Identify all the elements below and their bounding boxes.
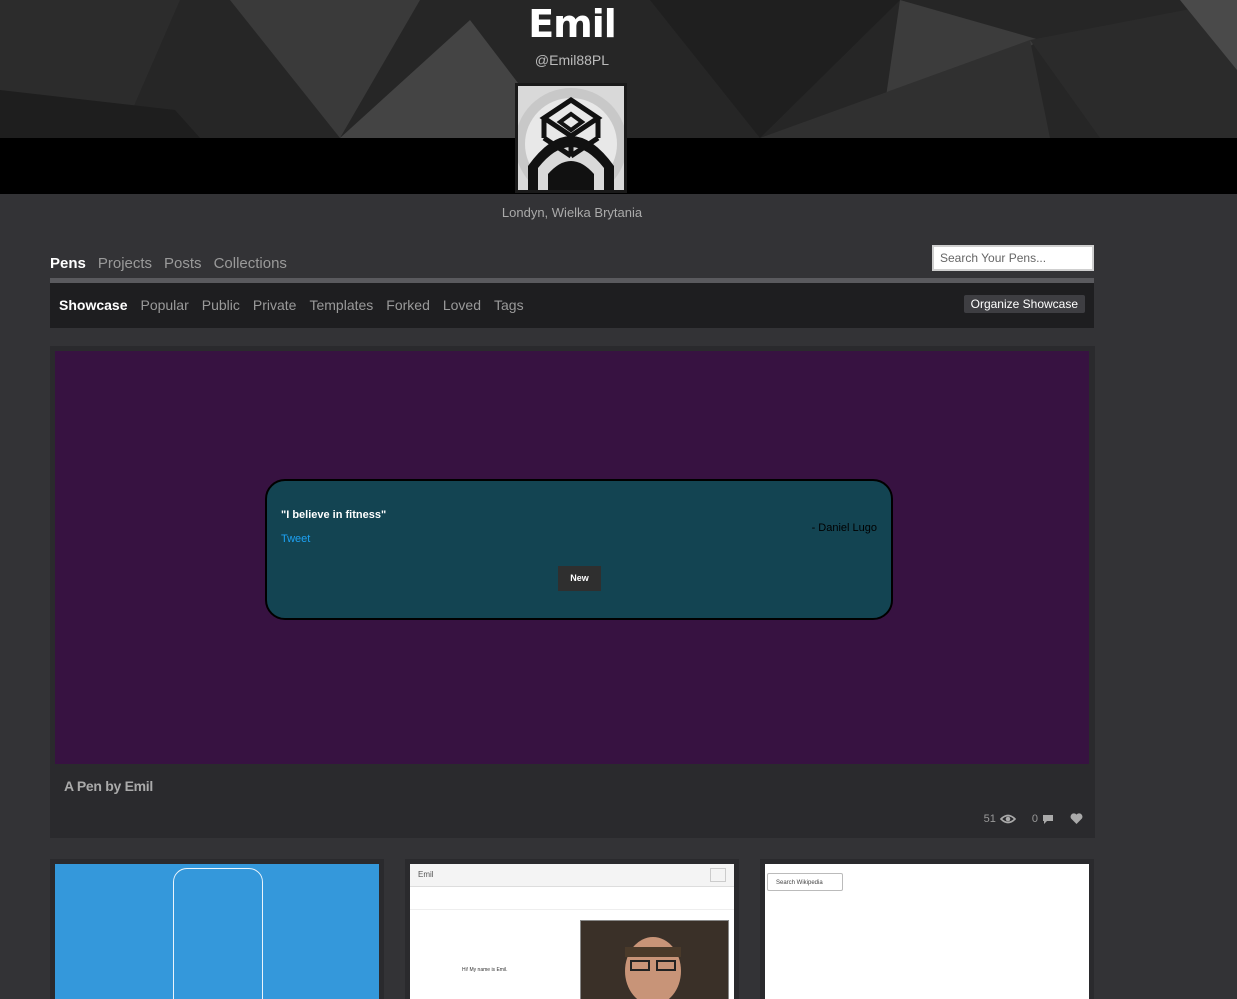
pen-card[interactable]: Search Wikipedia xyxy=(760,859,1094,999)
profile-location: Londyn, Wielka Brytania xyxy=(501,205,643,220)
pen-title[interactable]: A Pen by Emil xyxy=(64,778,153,794)
preview-intro-text: Hi! My name is Emil. xyxy=(462,967,508,973)
pen-preview[interactable]: Search Wikipedia xyxy=(765,864,1089,999)
tab-projects[interactable]: Projects xyxy=(98,255,152,272)
tab-posts[interactable]: Posts xyxy=(164,255,202,272)
preview-navbar: Emil xyxy=(410,864,734,887)
subtab-showcase[interactable]: Showcase xyxy=(59,297,127,313)
tweet-link[interactable]: Tweet xyxy=(281,533,310,545)
tab-pens[interactable]: Pens xyxy=(50,255,86,272)
preview-search-box: Search Wikipedia xyxy=(767,873,843,891)
pen-stats: 51 0 xyxy=(984,813,1083,825)
pen-card[interactable] xyxy=(50,859,384,999)
subtab-tags[interactable]: Tags xyxy=(494,297,524,313)
subtab-public[interactable]: Public xyxy=(202,297,240,313)
subtab-forked[interactable]: Forked xyxy=(386,297,430,313)
main-tabs: Pens Projects Posts Collections xyxy=(50,255,287,272)
subtab-popular[interactable]: Popular xyxy=(140,297,188,313)
hamburger-icon xyxy=(710,868,726,882)
profile-name: Emil xyxy=(528,2,617,46)
profile-handle[interactable]: @Emil88PL xyxy=(0,52,1144,68)
pen-preview[interactable] xyxy=(55,864,379,999)
new-quote-button[interactable]: New xyxy=(558,566,601,591)
featured-pen-preview[interactable]: "I believe in fitness" - Daniel Lugo Twe… xyxy=(55,351,1089,764)
filter-bar: Showcase Popular Public Private Template… xyxy=(50,283,1094,328)
codepen-logo-icon xyxy=(518,88,624,190)
subtab-templates[interactable]: Templates xyxy=(309,297,373,313)
pen-card[interactable]: Emil Hi! My name is Emil. xyxy=(405,859,739,999)
eye-icon xyxy=(999,814,1016,824)
subtab-loved[interactable]: Loved xyxy=(443,297,481,313)
quote-text: "I believe in fitness" xyxy=(281,509,387,521)
quote-box: "I believe in fitness" - Daniel Lugo Twe… xyxy=(265,479,893,620)
phone-outline-graphic xyxy=(173,868,263,999)
subtab-private[interactable]: Private xyxy=(253,297,297,313)
comments-count: 0 xyxy=(1031,813,1038,825)
profile-photo-image xyxy=(580,920,729,999)
comment-icon[interactable] xyxy=(1042,814,1054,825)
search-pens-input[interactable] xyxy=(932,245,1094,271)
views-count: 51 xyxy=(983,813,996,825)
pen-preview[interactable]: Emil Hi! My name is Emil. xyxy=(410,864,734,999)
organize-showcase-button[interactable]: Organize Showcase xyxy=(963,295,1085,313)
tab-collections[interactable]: Collections xyxy=(214,255,287,272)
heart-icon[interactable] xyxy=(1070,813,1083,825)
quote-author: - Daniel Lugo xyxy=(811,522,877,534)
avatar[interactable] xyxy=(515,83,627,193)
featured-pen-card: "I believe in fitness" - Daniel Lugo Twe… xyxy=(50,346,1095,838)
preview-navbar-label: Emil xyxy=(418,870,434,879)
